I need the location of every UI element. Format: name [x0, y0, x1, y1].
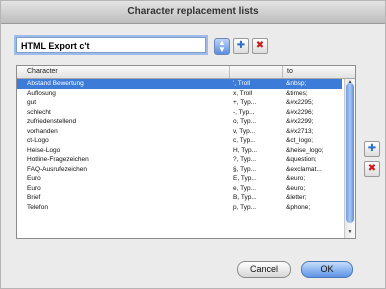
table-row[interactable]: zufriedenstellend o, Typ... &#x2299; [17, 117, 342, 127]
cell-source: -, Typ... [233, 108, 255, 116]
cell-replacement: &nbsp; [286, 80, 307, 87]
table-row[interactable]: Euro e, Typ... &euro; [17, 184, 342, 194]
cell-character: ct-Logo [27, 137, 49, 144]
cell-character: gut [27, 99, 37, 106]
character-replacement-dialog: Character replacement lists HTML Export … [0, 0, 386, 289]
cell-character: vorhanden [27, 127, 58, 135]
cell-character: zufriedenstellend [27, 118, 77, 125]
cell-source: §, Typ... [233, 165, 257, 173]
table-row[interactable]: Auflosung x, Troll &times; [17, 89, 342, 99]
cell-character: FAQ-Ausrufezeichen [27, 165, 87, 173]
cell-source: o, Typ... [233, 118, 257, 125]
cell-replacement: &#x2295; [286, 99, 314, 106]
cell-replacement: &euro; [286, 184, 306, 192]
window-title: Character replacement lists [127, 6, 259, 17]
cell-replacement: &#x2296; [286, 108, 314, 116]
cell-character: Telefon [27, 203, 48, 211]
cell-source: e, Typ... [233, 184, 257, 192]
cell-character: schlecht [27, 108, 51, 116]
cell-character: Brief [27, 194, 41, 201]
cell-replacement: &ct_logo; [286, 137, 314, 144]
cell-replacement: &exclamat... [286, 165, 322, 173]
column-divider [229, 66, 230, 78]
scrollbar-thumb[interactable] [346, 83, 354, 223]
column-header-to[interactable]: to [287, 66, 293, 78]
cell-character: Heise-Logo [27, 146, 61, 154]
table-header: Character to [17, 66, 355, 79]
remove-entry-button[interactable]: ✖ [364, 161, 380, 177]
cell-character: Euro [27, 175, 41, 182]
cell-replacement: &#x2713; [286, 127, 314, 135]
title-bar[interactable]: Character replacement lists [1, 1, 385, 24]
column-divider [282, 66, 283, 78]
plus-icon: ✚ [367, 143, 377, 154]
x-icon: ✖ [255, 40, 265, 51]
cell-source: B, Typ... [233, 194, 257, 201]
table-row[interactable]: schlecht -, Typ... &#x2296; [17, 108, 342, 118]
cell-source: v, Typ... [233, 127, 256, 135]
cell-replacement: &heise_logo; [286, 146, 324, 154]
table-row[interactable]: gut +, Typ... &#x2295; [17, 98, 342, 108]
cell-character: Auflosung [27, 89, 56, 97]
replacement-table[interactable]: Character to Abstand Bewertung ', Troll &n… [16, 65, 356, 239]
table-row[interactable]: Hotline-Fragezeichen ?, Typ... &question; [17, 155, 342, 165]
scroll-down-icon[interactable]: ▼ [345, 229, 355, 235]
cell-source: c, Typ... [233, 137, 256, 144]
cell-source: ?, Typ... [233, 156, 257, 163]
cell-character: Abstand Bewertung [27, 80, 84, 87]
cell-character: Euro [27, 184, 41, 192]
add-list-button[interactable]: ✚ [233, 38, 249, 54]
table-row[interactable]: Telefon p, Typ... &phone; [17, 203, 342, 213]
vertical-scrollbar[interactable]: ▲ ▼ [344, 79, 355, 238]
replacement-list-selector[interactable]: HTML Export c't [16, 37, 206, 53]
cell-source: +, Typ... [233, 99, 257, 106]
cell-replacement: &letter; [286, 194, 307, 201]
remove-list-button[interactable]: ✖ [252, 38, 268, 54]
column-header-character[interactable]: Character [27, 66, 58, 78]
cell-source: p, Typ... [233, 203, 257, 211]
cell-source: H, Typ... [233, 146, 258, 154]
table-row[interactable]: Euro E, Typ... &euro; [17, 174, 342, 184]
table-row[interactable]: Brief B, Typ... &letter; [17, 193, 342, 203]
cell-replacement: &question; [286, 156, 317, 163]
table-row-selected[interactable]: Abstand Bewertung ', Troll &nbsp; [17, 79, 342, 89]
table-row[interactable]: ct-Logo c, Typ... &ct_logo; [17, 136, 342, 146]
cell-source: x, Troll [233, 89, 253, 97]
cell-source: ', Troll [233, 80, 251, 87]
ok-button[interactable]: OK [301, 261, 353, 278]
cell-replacement: &#x2299; [286, 118, 314, 125]
x-icon: ✖ [367, 163, 377, 174]
table-row[interactable]: Heise-Logo H, Typ... &heise_logo; [17, 146, 342, 156]
cell-character: Hotline-Fragezeichen [27, 156, 89, 163]
cancel-button[interactable]: Cancel [237, 261, 291, 278]
cell-replacement: &euro; [286, 175, 306, 182]
cell-replacement: &times; [286, 89, 308, 97]
add-entry-button[interactable]: ✚ [364, 141, 380, 157]
plus-icon: ✚ [236, 40, 246, 51]
table-row[interactable]: FAQ-Ausrufezeichen §, Typ... &exclamat... [17, 165, 342, 175]
table-row[interactable]: vorhanden v, Typ... &#x2713; [17, 127, 342, 137]
cell-source: E, Typ... [233, 175, 257, 182]
cell-replacement: &phone; [286, 203, 311, 211]
table-body: Abstand Bewertung ', Troll &nbsp; Auflosung… [17, 79, 342, 212]
up-down-arrows-icon[interactable]: ▲ ▼ [214, 38, 230, 55]
